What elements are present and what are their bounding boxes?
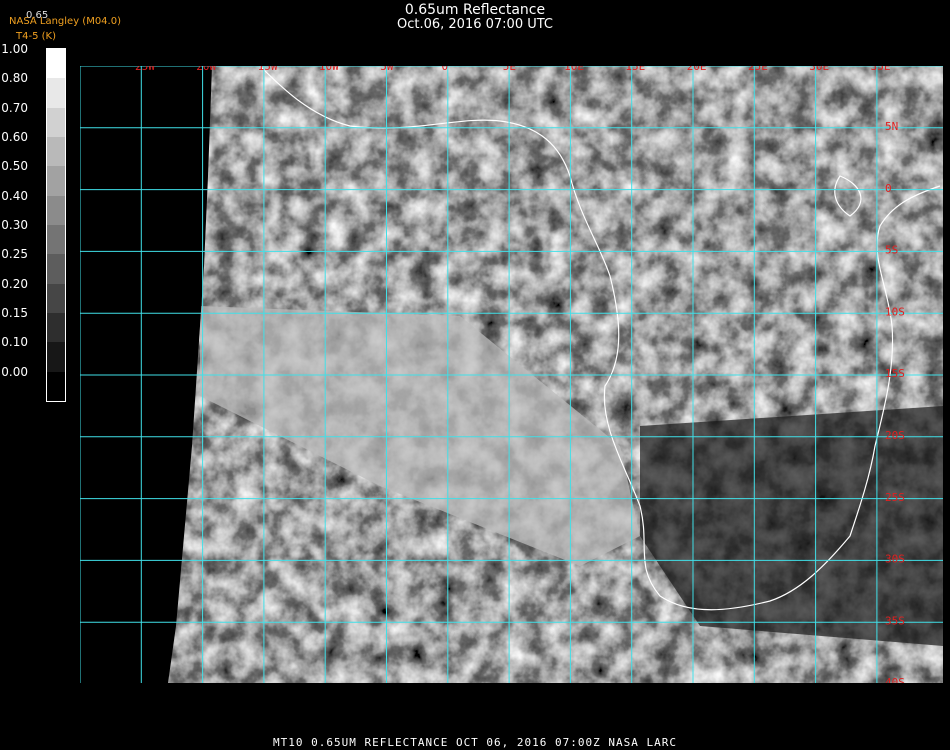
scale-tick-label: 0.80	[1, 71, 28, 86]
scale-step	[47, 78, 65, 108]
provider-label: NASA Langley (M04.0)	[9, 16, 121, 27]
scale-step	[47, 107, 65, 137]
latitude-label: 20S	[885, 429, 905, 442]
latitude-label: 5S	[885, 244, 898, 257]
longitude-label: 20E	[687, 66, 707, 73]
latitude-label: 5N	[885, 120, 898, 133]
scale-step	[47, 254, 65, 284]
scale-tick-label: 0.00	[1, 364, 28, 379]
scale-tick-label: 0.20	[1, 276, 28, 291]
latitude-label: 0	[885, 182, 892, 195]
longitude-label: 10W	[319, 66, 339, 73]
scale-tick-label: 1.00	[1, 42, 28, 56]
scale-tick-label: 0.10	[1, 335, 28, 350]
scale-tick-label: 0.70	[1, 100, 28, 115]
longitude-label: 25W	[135, 66, 155, 73]
scale-tick-label: 0.30	[1, 218, 28, 232]
latitude-label: 10S	[885, 305, 905, 318]
map-svg: 25W 20W 15W 10W 5W 0 5E 10E 15E 20E 25E 30E 35E 5N 0 5…	[80, 66, 943, 683]
longitude-label: 15W	[258, 66, 278, 73]
longitude-label: 0	[442, 66, 449, 73]
scale-tick-label: 0.40	[1, 188, 28, 203]
longitude-label: 20W	[196, 66, 216, 73]
scale-step	[47, 137, 65, 167]
longitude-label: 25E	[748, 66, 768, 73]
longitude-label: 5W	[380, 66, 394, 73]
latitude-label: 15S	[885, 367, 905, 380]
scale-step	[47, 225, 65, 255]
scale-step	[47, 342, 65, 372]
longitude-label: 30E	[809, 66, 829, 73]
scale-step	[47, 371, 65, 401]
latitude-label: 40S	[885, 676, 905, 683]
latitude-label: 25S	[885, 491, 905, 504]
longitude-label: 15E	[625, 66, 645, 73]
color-scale	[46, 48, 66, 402]
scale-step	[47, 166, 65, 196]
scale-tick-label: 0.25	[1, 247, 28, 262]
map-title: 0.65um Reflectance	[404, 2, 546, 18]
latitude-label: 35S	[885, 614, 905, 627]
map-datetime: Oct.06, 2016 07:00 UTC	[397, 17, 553, 32]
scale-step	[47, 313, 65, 343]
footer-caption: MT10 0.65UM REFLECTANCE OCT 06, 2016 07:…	[273, 736, 677, 749]
scale-step	[47, 195, 65, 225]
scale-tick-label: 0.15	[1, 306, 28, 320]
product-code: T4-5 (K)	[16, 31, 56, 42]
latitude-label: 30S	[885, 553, 905, 566]
scale-step	[47, 283, 65, 313]
longitude-label: 10E	[564, 66, 584, 73]
longitude-label: 35E	[871, 66, 891, 73]
scale-tick-label: 0.60	[1, 130, 28, 144]
scale-tick-label: 0.50	[1, 159, 28, 174]
scale-step	[47, 49, 65, 79]
longitude-label: 5E	[503, 66, 516, 73]
satellite-map[interactable]: 25W 20W 15W 10W 5W 0 5E 10E 15E 20E 25E 30E 35E 5N 0 5…	[80, 66, 943, 683]
